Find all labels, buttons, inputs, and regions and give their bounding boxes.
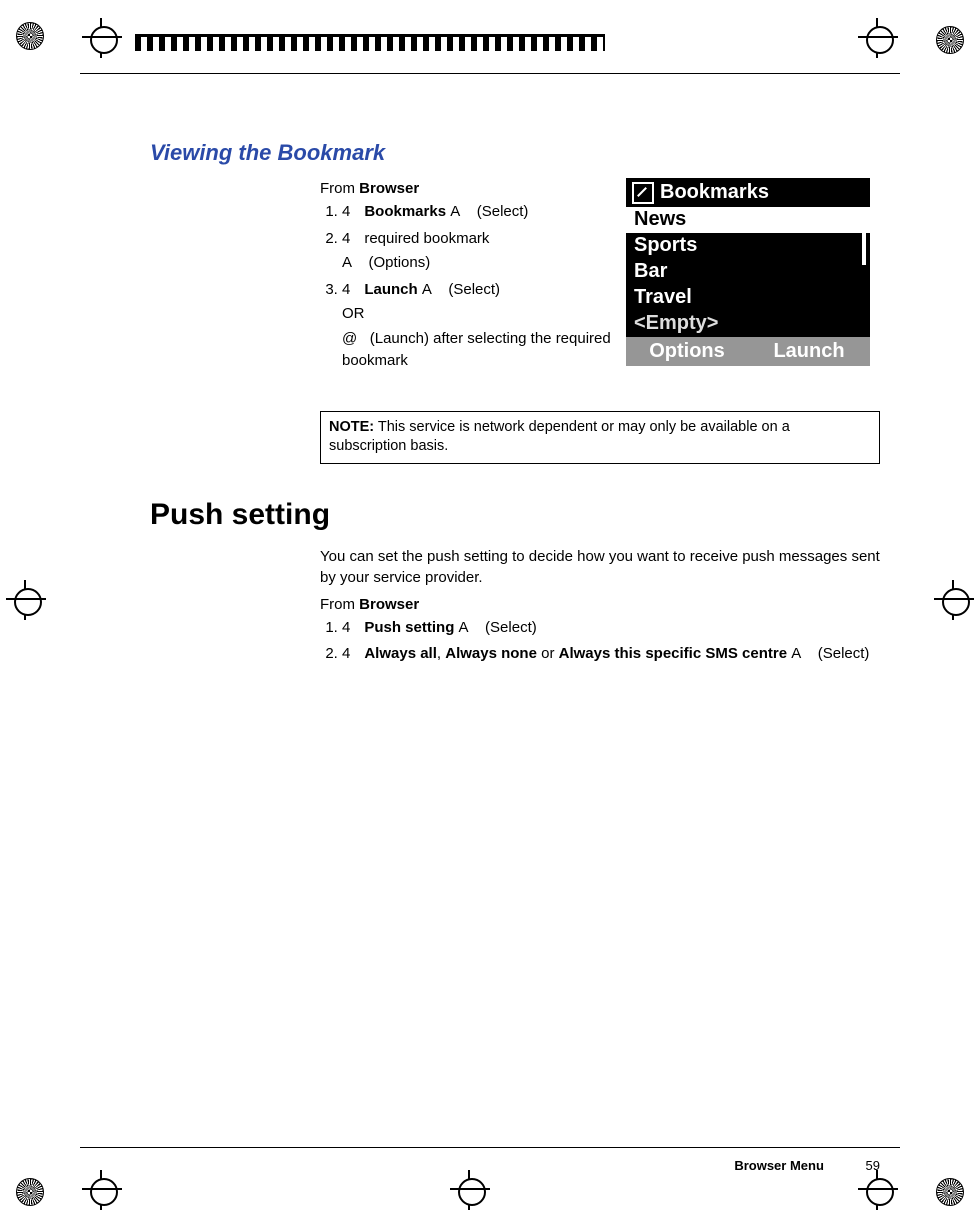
step-action: (Select) <box>485 619 537 636</box>
footer-section: Browser Menu <box>734 1158 824 1173</box>
phone-list-item[interactable]: <Empty> <box>626 311 870 337</box>
step-bold: Push setting <box>364 619 454 636</box>
softkey-left[interactable]: Options <box>626 337 748 366</box>
steps-list: 4 Bookmarks A (Select) 4 required bookma… <box>320 201 620 373</box>
nav-glyph: 4 <box>342 279 356 302</box>
step-action: (Options) <box>369 254 431 271</box>
browser-word: Browser <box>359 596 419 613</box>
step-bold: Bookmarks <box>364 203 446 220</box>
nav-glyph: 4 <box>342 201 356 224</box>
step-item: 4 Push setting A (Select) <box>342 617 880 640</box>
softkey-glyph: A <box>342 252 356 275</box>
header-ornament-icon <box>135 34 605 51</box>
phone-title: Bookmarks <box>660 181 769 204</box>
push-content: You can set the push setting to decide h… <box>320 546 880 666</box>
from-label: From <box>320 596 355 613</box>
phone-list-item[interactable]: News <box>626 207 870 233</box>
registration-mark-icon <box>936 26 964 54</box>
registration-mark-icon <box>16 1178 44 1206</box>
section-title: Viewing the Bookmark <box>150 140 880 166</box>
step-item: 4 Launch A (Select) OR @ (Launch) after … <box>342 279 620 373</box>
page-number: 59 <box>866 1158 880 1173</box>
registration-mark-icon <box>16 22 44 50</box>
softkey-glyph: A <box>450 201 464 224</box>
browser-word: Browser <box>359 180 419 197</box>
step-action: (Select) <box>818 645 870 662</box>
bookmarks-icon <box>632 182 654 204</box>
from-line: From Browser <box>320 180 620 197</box>
softkey-glyph: A <box>791 643 805 666</box>
option-bold: Always this specific SMS centre <box>559 645 787 662</box>
crop-mark-icon <box>858 18 898 58</box>
or-text: (Launch) after selecting the required bo… <box>342 330 611 370</box>
crop-mark-icon <box>6 580 46 620</box>
softkey-glyph: A <box>422 279 436 302</box>
sep: or <box>537 645 559 662</box>
or-label: OR <box>342 303 620 326</box>
nav-glyph: 4 <box>342 643 356 666</box>
softkey-right[interactable]: Launch <box>748 337 870 366</box>
phone-softkeys: Options Launch <box>626 337 870 366</box>
from-label: From <box>320 180 355 197</box>
option-bold: Always none <box>445 645 537 662</box>
phone-list: News Sports Bar Travel <Empty> <box>626 207 870 337</box>
scrollbar[interactable] <box>862 208 866 334</box>
page: Viewing the Bookmark From Browser 4 Book… <box>0 0 980 1228</box>
page-footer: Browser Menu 59 <box>734 1158 880 1173</box>
step-action: (Select) <box>477 203 529 220</box>
steps-list: 4 Push setting A (Select) 4 Always all, … <box>320 617 880 666</box>
crop-mark-icon <box>450 1170 490 1210</box>
note-text: This service is network dependent or may… <box>329 419 790 455</box>
crop-mark-icon <box>82 1170 122 1210</box>
main-heading: Push setting <box>150 498 880 532</box>
phone-screenshot: Bookmarks News Sports Bar Travel <Empty>… <box>626 178 870 366</box>
note-label: NOTE: <box>329 419 374 435</box>
nav-glyph: 4 <box>342 617 356 640</box>
step-text: required bookmark <box>364 230 489 247</box>
from-line: From Browser <box>320 596 880 613</box>
softkey-glyph: A <box>459 617 473 640</box>
crop-mark-icon <box>934 580 974 620</box>
divider <box>80 73 900 74</box>
phone-header: Bookmarks <box>626 178 870 207</box>
phone-list-item[interactable]: Sports <box>626 233 870 259</box>
step-item: 4 Always all, Always none or Always this… <box>342 643 880 666</box>
registration-mark-icon <box>936 1178 964 1206</box>
crop-mark-icon <box>82 18 122 58</box>
crop-mark-icon <box>858 1170 898 1210</box>
step-item: 4 Bookmarks A (Select) <box>342 201 620 224</box>
note-box: NOTE: This service is network dependent … <box>320 411 880 464</box>
phone-list-item[interactable]: Bar <box>626 259 870 285</box>
send-glyph: @ <box>342 328 357 351</box>
step-action: (Select) <box>448 281 500 298</box>
sep: , <box>437 645 445 662</box>
phone-list-item[interactable]: Travel <box>626 285 870 311</box>
option-bold: Always all <box>364 645 437 662</box>
divider <box>80 1147 900 1148</box>
nav-glyph: 4 <box>342 228 356 251</box>
push-description: You can set the push setting to decide h… <box>320 546 880 588</box>
scrollbar-thumb[interactable] <box>862 208 866 265</box>
step-bold: Launch <box>364 281 417 298</box>
step-item: 4 required bookmark A (Options) <box>342 228 620 275</box>
